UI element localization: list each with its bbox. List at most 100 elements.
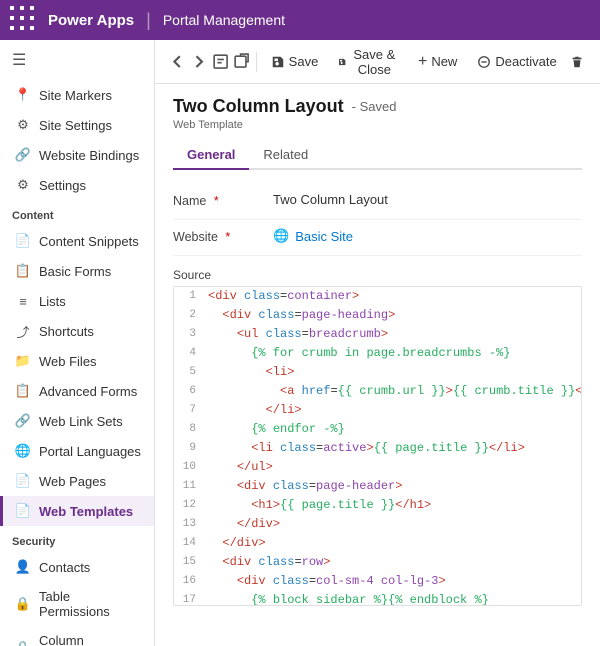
- line-content: <li>: [204, 363, 294, 382]
- sidebar-item-label: Advanced Forms: [39, 384, 137, 399]
- line-number: 9: [174, 439, 204, 458]
- portal-languages-icon: 🌐: [15, 443, 31, 459]
- form-row-name: Name * Two Column Layout: [173, 184, 582, 220]
- saved-badge: - Saved: [352, 99, 397, 114]
- sidebar-item-label: Column Permissio...: [39, 633, 142, 646]
- code-line: 3 <ul class=breadcrumb>: [174, 325, 581, 344]
- deactivate-button[interactable]: Deactivate: [469, 50, 564, 73]
- sidebar-item-label: Shortcuts: [39, 324, 94, 339]
- line-content: <div class=container>: [204, 287, 359, 306]
- name-required: *: [214, 194, 219, 208]
- line-number: 14: [174, 534, 204, 553]
- sidebar-item-web-files[interactable]: 📁 Web Files: [0, 346, 154, 376]
- sidebar-item-content-snippets[interactable]: 📄 Content Snippets: [0, 226, 154, 256]
- page-subtitle: Web Template: [173, 119, 582, 131]
- sidebar-item-label: Site Markers: [39, 88, 112, 103]
- code-line: 13 </div>: [174, 515, 581, 534]
- sidebar-item-table-permissions[interactable]: 🔒 Table Permissions: [0, 582, 154, 626]
- hamburger-menu[interactable]: ☰: [0, 40, 154, 80]
- line-content: {% block sidebar %}{% endblock %}: [204, 591, 489, 606]
- sidebar-item-label: Content Snippets: [39, 234, 139, 249]
- form-area: Name * Two Column Layout Website * 🌐 Bas…: [155, 170, 600, 646]
- line-number: 12: [174, 496, 204, 515]
- line-number: 10: [174, 458, 204, 477]
- source-code-block[interactable]: 1<div class=container>2 <div class=page-…: [173, 286, 582, 606]
- source-section: Source 1<div class=container>2 <div clas…: [173, 268, 582, 606]
- main-layout: ☰ 📍 Site Markers ⚙ Site Settings 🔗 Websi…: [0, 40, 600, 646]
- sidebar-item-web-templates[interactable]: 📄 Web Templates: [0, 496, 154, 526]
- sidebar-item-label: Table Permissions: [39, 589, 142, 619]
- sidebar-item-label: Contacts: [39, 560, 90, 575]
- shortcuts-icon: ⤴: [15, 323, 31, 339]
- website-link[interactable]: Basic Site: [295, 229, 353, 244]
- code-line: 11 <div class=page-header>: [174, 477, 581, 496]
- sidebar-item-label: Web Pages: [39, 474, 106, 489]
- website-required: *: [225, 230, 230, 244]
- view-record-button[interactable]: [212, 48, 229, 76]
- line-number: 3: [174, 325, 204, 344]
- sidebar-item-advanced-forms[interactable]: 📋 Advanced Forms: [0, 376, 154, 406]
- sidebar-item-column-permissions[interactable]: 🔒 Column Permissio...: [0, 626, 154, 646]
- delete-button[interactable]: [569, 48, 586, 76]
- sidebar-item-label: Web Link Sets: [39, 414, 123, 429]
- back-button[interactable]: [169, 48, 186, 76]
- save-button[interactable]: Save: [263, 50, 327, 73]
- site-settings-icon: ⚙: [15, 117, 31, 133]
- lists-icon: ≡: [15, 293, 31, 309]
- code-line: 12 <h1>{{ page.title }}</h1>: [174, 496, 581, 515]
- line-content: </div>: [204, 515, 280, 534]
- code-line: 5 <li>: [174, 363, 581, 382]
- basic-forms-icon: 📋: [15, 263, 31, 279]
- website-label: Website *: [173, 228, 273, 244]
- sidebar-item-basic-forms[interactable]: 📋 Basic Forms: [0, 256, 154, 286]
- table-permissions-icon: 🔒: [15, 596, 31, 612]
- content-snippets-icon: 📄: [15, 233, 31, 249]
- code-line: 7 </li>: [174, 401, 581, 420]
- content-area: Save Save & Close + New Deactivate Two C…: [155, 40, 600, 646]
- line-number: 5: [174, 363, 204, 382]
- page-title: Two Column Layout: [173, 96, 344, 117]
- module-name: Portal Management: [163, 12, 285, 28]
- forward-button[interactable]: [190, 48, 207, 76]
- line-number: 2: [174, 306, 204, 325]
- line-number: 7: [174, 401, 204, 420]
- tab-related[interactable]: Related: [249, 141, 322, 170]
- line-number: 4: [174, 344, 204, 363]
- app-launcher-icon[interactable]: [10, 6, 38, 34]
- save-close-button[interactable]: Save & Close: [330, 43, 406, 81]
- sidebar: ☰ 📍 Site Markers ⚙ Site Settings 🔗 Websi…: [0, 40, 155, 646]
- sidebar-item-contacts[interactable]: 👤 Contacts: [0, 552, 154, 582]
- code-line: 6 <a href={{ crumb.url }}>{{ crumb.title…: [174, 382, 581, 401]
- sidebar-item-website-bindings[interactable]: 🔗 Website Bindings: [0, 140, 154, 170]
- sidebar-item-label: Settings: [39, 178, 86, 193]
- sidebar-item-web-link-sets[interactable]: 🔗 Web Link Sets: [0, 406, 154, 436]
- content-section-label: Content: [0, 200, 154, 226]
- line-content: <div class=col-sm-4 col-lg-3>: [204, 572, 446, 591]
- security-section-label: Security: [0, 526, 154, 552]
- sidebar-item-lists[interactable]: ≡ Lists: [0, 286, 154, 316]
- source-label: Source: [173, 268, 582, 282]
- code-line: 1<div class=container>: [174, 287, 581, 306]
- sidebar-item-label: Web Files: [39, 354, 97, 369]
- sidebar-item-web-pages[interactable]: 📄 Web Pages: [0, 466, 154, 496]
- line-content: </ul>: [204, 458, 273, 477]
- sidebar-item-portal-languages[interactable]: 🌐 Portal Languages: [0, 436, 154, 466]
- sidebar-item-site-markers[interactable]: 📍 Site Markers: [0, 80, 154, 110]
- web-files-icon: 📁: [15, 353, 31, 369]
- name-label: Name *: [173, 192, 273, 208]
- sidebar-item-label: Portal Languages: [39, 444, 141, 459]
- code-line: 14 </div>: [174, 534, 581, 553]
- line-number: 1: [174, 287, 204, 306]
- code-line: 15 <div class=row>: [174, 553, 581, 572]
- topnav: Power Apps | Portal Management: [0, 0, 600, 40]
- sidebar-item-shortcuts[interactable]: ⤴ Shortcuts: [0, 316, 154, 346]
- tab-general[interactable]: General: [173, 141, 249, 170]
- code-line: 2 <div class=page-heading>: [174, 306, 581, 325]
- column-permissions-icon: 🔒: [15, 640, 31, 646]
- new-button[interactable]: + New: [410, 49, 465, 75]
- sidebar-item-site-settings[interactable]: ⚙ Site Settings: [0, 110, 154, 140]
- line-number: 11: [174, 477, 204, 496]
- web-pages-icon: 📄: [15, 473, 31, 489]
- sidebar-item-settings[interactable]: ⚙ Settings: [0, 170, 154, 200]
- open-form-button[interactable]: [233, 48, 250, 76]
